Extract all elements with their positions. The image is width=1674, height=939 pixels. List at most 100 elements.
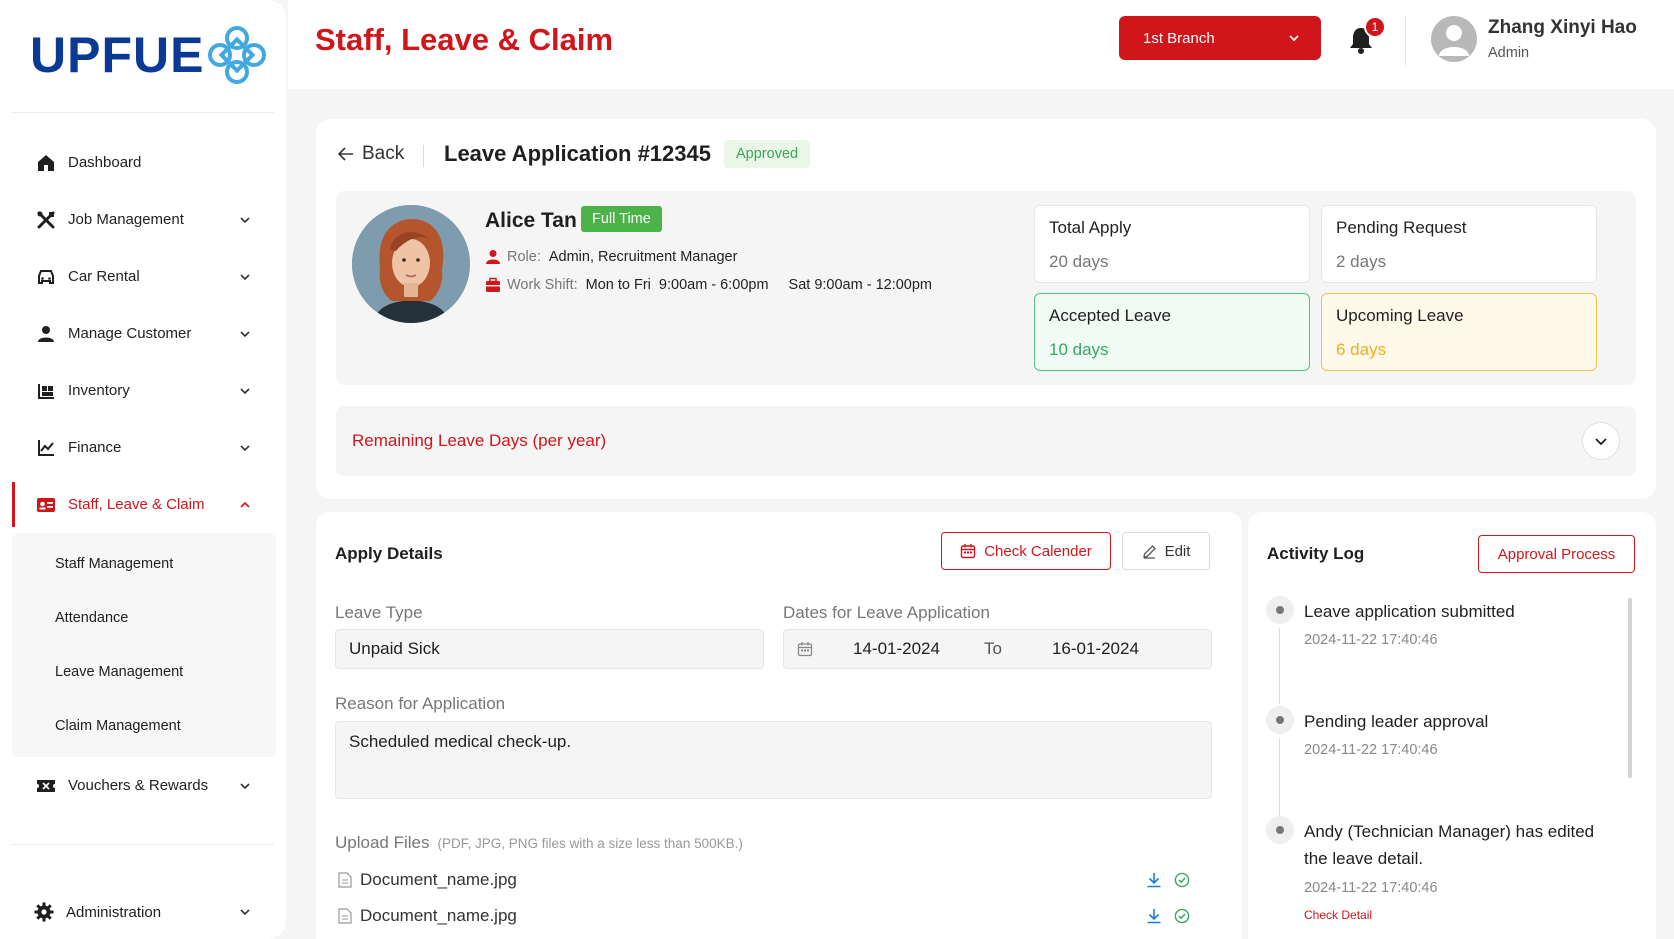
activity-log-title: Activity Log [1267, 544, 1365, 563]
stat-accepted-leave: Accepted Leave 10 days [1034, 293, 1310, 371]
chevron-down-icon [1595, 438, 1607, 446]
calendar-icon [961, 544, 976, 559]
sidebar: UPFUE Dashboard Job Management Car Renta… [0, 0, 286, 939]
date-range-field[interactable]: 14-01-2024 To 16-01-2024 [783, 629, 1212, 669]
header-divider [1405, 16, 1406, 66]
car-icon [36, 267, 56, 287]
sidebar-item-job-management[interactable]: Job Management [12, 191, 276, 248]
chevron-down-icon [1289, 35, 1299, 42]
back-label: Back [362, 143, 405, 164]
chevron-down-icon [240, 273, 250, 280]
briefcase-icon [485, 277, 501, 293]
sidebar-item-finance[interactable]: Finance [12, 419, 276, 476]
timeline-connector [1279, 628, 1280, 704]
file-icon [338, 908, 354, 924]
stat-total-apply: Total Apply 20 days [1034, 205, 1310, 283]
stat-value: 2 days [1336, 252, 1387, 271]
sidebar-divider [12, 844, 274, 845]
file-name: Document_name.jpg [360, 870, 517, 889]
status-badge: Approved [724, 140, 811, 168]
chevron-down-icon [240, 216, 250, 223]
chevron-up-icon [240, 501, 250, 508]
employee-name: Alice Tan [485, 209, 577, 232]
apply-details-card: Apply Details Check Calender Edit Leave … [316, 512, 1242, 939]
stat-upcoming-leave: Upcoming Leave 6 days [1321, 293, 1597, 371]
reason-label: Reason for Application [335, 694, 506, 713]
branch-selector[interactable]: 1st Branch [1119, 16, 1321, 60]
leave-type-label: Leave Type [335, 603, 423, 622]
remaining-leave-label: Remaining Leave Days (per year) [352, 431, 607, 450]
sidebar-item-vouchers-rewards[interactable]: Vouchers & Rewards [12, 757, 276, 814]
gear-icon [34, 902, 54, 922]
arrow-left-icon [338, 147, 353, 161]
role-label: Role: [507, 249, 541, 265]
id-card-icon [36, 495, 56, 515]
stat-value: 10 days [1049, 340, 1109, 359]
chevron-down-icon [240, 909, 250, 916]
check-detail-link[interactable]: Check Detail [1304, 908, 1372, 922]
employee-photo [352, 205, 470, 323]
sidebar-item-manage-customer[interactable]: Manage Customer [12, 305, 276, 362]
reason-value: Scheduled medical check-up. [349, 732, 572, 751]
sidebar-item-label: Manage Customer [68, 325, 192, 342]
file-item[interactable]: Document_name.jpg [338, 867, 1200, 893]
employee-profile-panel: Alice Tan Full Time Role: Admin, Recruit… [336, 191, 1636, 385]
sidebar-item-dashboard[interactable]: Dashboard [12, 134, 276, 191]
sidebar-item-administration[interactable]: Administration [12, 884, 276, 939]
user-role: Admin [1488, 45, 1530, 61]
submenu-item-attendance[interactable]: Attendance [12, 591, 276, 645]
timeline-dot [1266, 816, 1294, 844]
activity-log-card: Activity Log Approval Process Leave appl… [1248, 512, 1656, 939]
back-button[interactable]: Back [338, 143, 404, 165]
stat-value: 20 days [1049, 252, 1109, 271]
employee-role-row: Role: Admin, Recruitment Manager [485, 249, 737, 265]
activity-log-scrollbar[interactable] [1628, 598, 1632, 778]
chart-line-icon [36, 438, 56, 458]
upload-files-label: Upload Files [335, 833, 430, 852]
sidebar-item-label: Inventory [68, 382, 130, 399]
stat-label: Upcoming Leave [1336, 306, 1464, 325]
stat-value: 6 days [1336, 340, 1387, 359]
user-avatar[interactable] [1431, 16, 1477, 62]
edit-label: Edit [1164, 542, 1191, 560]
upload-files-hint: (PDF, JPG, PNG files with a size less th… [437, 836, 743, 851]
download-icon[interactable] [1146, 872, 1162, 888]
sidebar-item-label: Finance [68, 439, 122, 456]
employee-shift-row: Work Shift: Mon to Fri 9:00am - 6:00pm S… [485, 277, 932, 293]
timeline-time: 2024-11-22 17:40:46 [1304, 632, 1438, 648]
check-calendar-label: Check Calender [984, 542, 1092, 560]
file-icon [338, 872, 354, 888]
pencil-icon [1142, 544, 1156, 559]
brand-logo[interactable]: UPFUE [30, 20, 268, 90]
user-red-icon [485, 249, 501, 265]
shift-weekdays: Mon to Fri [585, 277, 651, 293]
remaining-leave-accordion[interactable]: Remaining Leave Days (per year) [336, 406, 1636, 476]
reason-textarea[interactable]: Scheduled medical check-up. [335, 721, 1212, 799]
timeline-dot [1266, 596, 1294, 624]
stat-pending-request: Pending Request 2 days [1321, 205, 1597, 283]
title-divider [423, 145, 424, 167]
approval-process-button[interactable]: Approval Process [1478, 535, 1635, 573]
submenu-staff-leave-claim: Staff Management Attendance Leave Manage… [12, 533, 276, 757]
apply-details-title: Apply Details [335, 544, 443, 563]
sidebar-item-staff-leave-claim[interactable]: Staff, Leave & Claim [12, 476, 276, 533]
sidebar-item-inventory[interactable]: Inventory [12, 362, 276, 419]
page-title: Staff, Leave & Claim [315, 22, 614, 57]
edit-button[interactable]: Edit [1122, 532, 1210, 570]
download-icon[interactable] [1146, 908, 1162, 924]
submenu-item-claim-management[interactable]: Claim Management [12, 699, 276, 753]
submenu-item-leave-management[interactable]: Leave Management [12, 645, 276, 699]
sidebar-item-car-rental[interactable]: Car Rental [12, 248, 276, 305]
upload-files-label-row: Upload Files (PDF, JPG, PNG files with a… [335, 833, 743, 853]
chevron-down-icon [240, 782, 250, 789]
home-icon [36, 153, 56, 173]
expand-button[interactable] [1582, 422, 1620, 460]
check-calendar-button[interactable]: Check Calender [941, 532, 1111, 570]
leave-type-field[interactable]: Unpaid Sick [335, 629, 764, 669]
application-title: Leave Application #12345 [444, 141, 711, 166]
check-circle-icon [1174, 908, 1190, 924]
sidebar-item-label: Job Management [68, 211, 184, 228]
date-from: 14-01-2024 [853, 639, 940, 658]
submenu-item-staff-management[interactable]: Staff Management [12, 537, 276, 591]
file-item[interactable]: Document_name.jpg [338, 903, 1200, 929]
